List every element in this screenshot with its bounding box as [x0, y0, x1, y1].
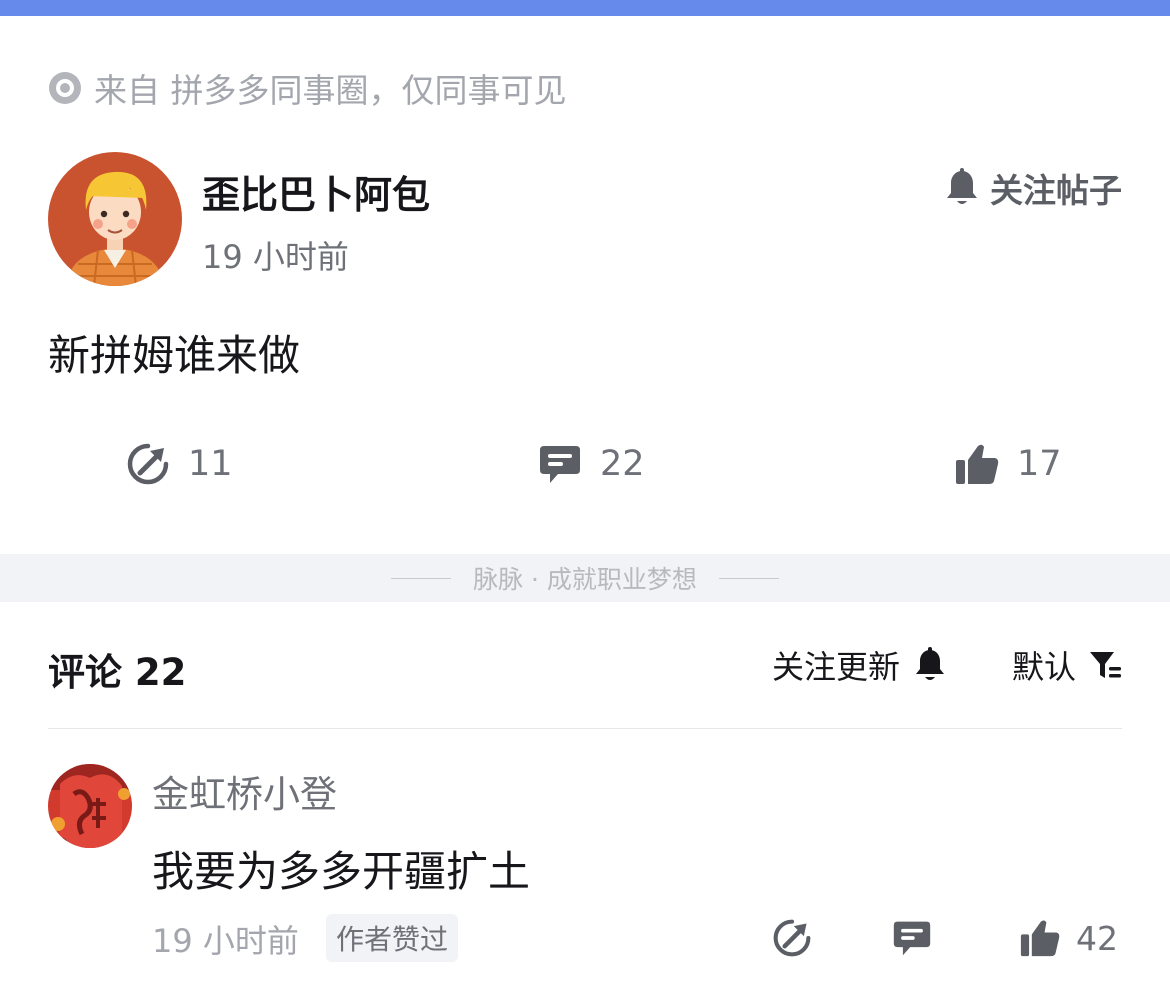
like-count: 17 — [1017, 444, 1062, 484]
post-actions: 11 22 17 — [0, 436, 1170, 492]
filter-icon — [1090, 652, 1121, 678]
comment-icon — [540, 446, 580, 483]
comment-like-button[interactable]: 42 — [1020, 916, 1118, 960]
avatar-image — [48, 764, 132, 848]
divider-line-left — [391, 577, 452, 579]
post-author: 歪比巴卜阿包 19 小时前 关注帖子 — [48, 152, 1122, 286]
post-source-text: 来自 拼多多同事圈，仅同事可见 — [94, 71, 567, 110]
follow-post-button[interactable]: 关注帖子 — [944, 166, 1122, 210]
slogan-divider: 脉脉 · 成就职业梦想 — [0, 554, 1170, 602]
like-button[interactable]: 17 — [955, 436, 1062, 492]
follow-updates-button[interactable]: 关注更新 — [772, 640, 946, 690]
sort-label: 默认 — [1011, 648, 1076, 686]
share-icon — [127, 443, 169, 485]
bell-icon — [916, 647, 944, 680]
comments-header: 评论 22 关注更新 默认 — [48, 640, 1122, 694]
post-time: 19 小时前 — [202, 238, 349, 276]
follow-post-label: 关注帖子 — [990, 171, 1122, 210]
comment-count: 22 — [600, 444, 645, 484]
post-source: 来自 拼多多同事圈，仅同事可见 — [48, 66, 567, 110]
divider-line-right — [718, 577, 779, 579]
comment-share-button[interactable] — [772, 916, 812, 960]
author-avatar[interactable] — [48, 152, 182, 286]
thumbs-up-icon — [956, 444, 999, 484]
comment-like-count: 42 — [1076, 918, 1118, 958]
comment-button[interactable]: 22 — [538, 436, 645, 492]
post-content: 新拼姆谁来做 — [48, 331, 301, 380]
share-count: 11 — [188, 444, 233, 484]
comment-time: 19 小时前 — [152, 922, 299, 960]
commenter-name[interactable]: 金虹桥小登 — [152, 764, 337, 818]
share-button[interactable]: 11 — [126, 436, 233, 492]
bell-icon — [947, 168, 977, 204]
comments-title: 评论 22 — [48, 651, 187, 694]
comment-item: 金虹桥小登 我要为多多开疆扩土 19 小时前 作者赞过 42 — [48, 764, 1122, 964]
comment-icon — [893, 921, 931, 956]
top-accent-bar — [0, 0, 1170, 16]
target-icon — [49, 72, 81, 104]
comment-text: 我要为多多开疆扩土 — [152, 847, 531, 896]
author-name[interactable]: 歪比巴卜阿包 — [202, 164, 430, 219]
thumbs-up-icon — [1020, 920, 1060, 957]
share-icon — [773, 919, 811, 957]
comments-separator — [48, 728, 1122, 729]
commenter-avatar[interactable] — [48, 764, 132, 848]
avatar-illustration — [48, 152, 182, 286]
follow-updates-label: 关注更新 — [771, 648, 900, 686]
sort-button[interactable]: 默认 — [1012, 640, 1122, 690]
author-liked-badge: 作者赞过 — [326, 914, 459, 962]
slogan-text: 脉脉 · 成就职业梦想 — [473, 565, 697, 594]
comment-reply-button[interactable] — [892, 916, 932, 960]
